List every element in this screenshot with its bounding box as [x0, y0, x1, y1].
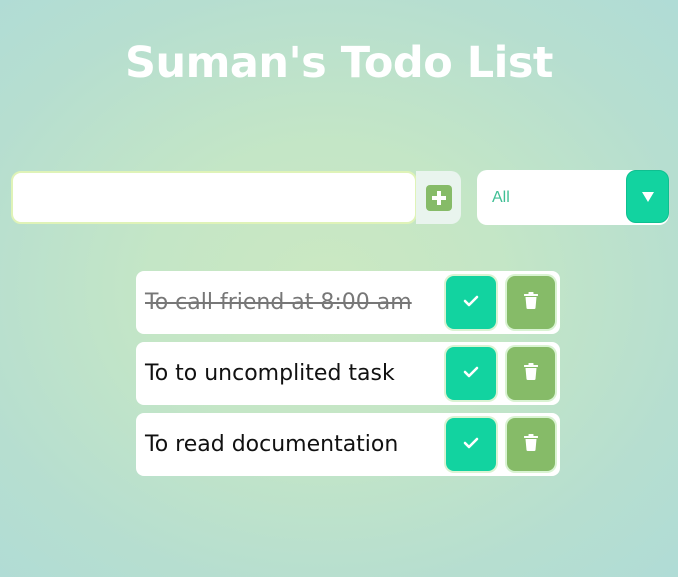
todo-text: To call friend at 8:00 am [145, 290, 412, 315]
todo-item: To to uncomplited task [136, 342, 560, 405]
filter-selected-value: All [492, 189, 510, 206]
check-icon [463, 435, 479, 454]
todo-text: To read documentation [145, 432, 399, 457]
add-todo-button[interactable] [416, 171, 461, 224]
complete-button[interactable] [446, 418, 496, 471]
plus-square-icon [425, 184, 452, 211]
check-icon [463, 293, 479, 312]
trash-icon [524, 292, 538, 313]
todo-item: To read documentation [136, 413, 560, 476]
check-icon [463, 364, 479, 383]
page-title: Suman's Todo List [125, 38, 554, 88]
delete-button[interactable] [507, 347, 555, 400]
delete-button[interactable] [507, 276, 555, 329]
caret-down-icon[interactable] [626, 170, 669, 223]
todo-list: To call friend at 8:00 am To to uncompli… [136, 271, 560, 484]
todo-item: To call friend at 8:00 am [136, 271, 560, 334]
trash-icon [524, 363, 538, 384]
complete-button[interactable] [446, 347, 496, 400]
filter-select[interactable]: All [477, 170, 669, 225]
trash-icon [524, 434, 538, 455]
todo-text: To to uncomplited task [145, 361, 395, 386]
delete-button[interactable] [507, 418, 555, 471]
complete-button[interactable] [446, 276, 496, 329]
todo-input[interactable] [11, 171, 417, 224]
